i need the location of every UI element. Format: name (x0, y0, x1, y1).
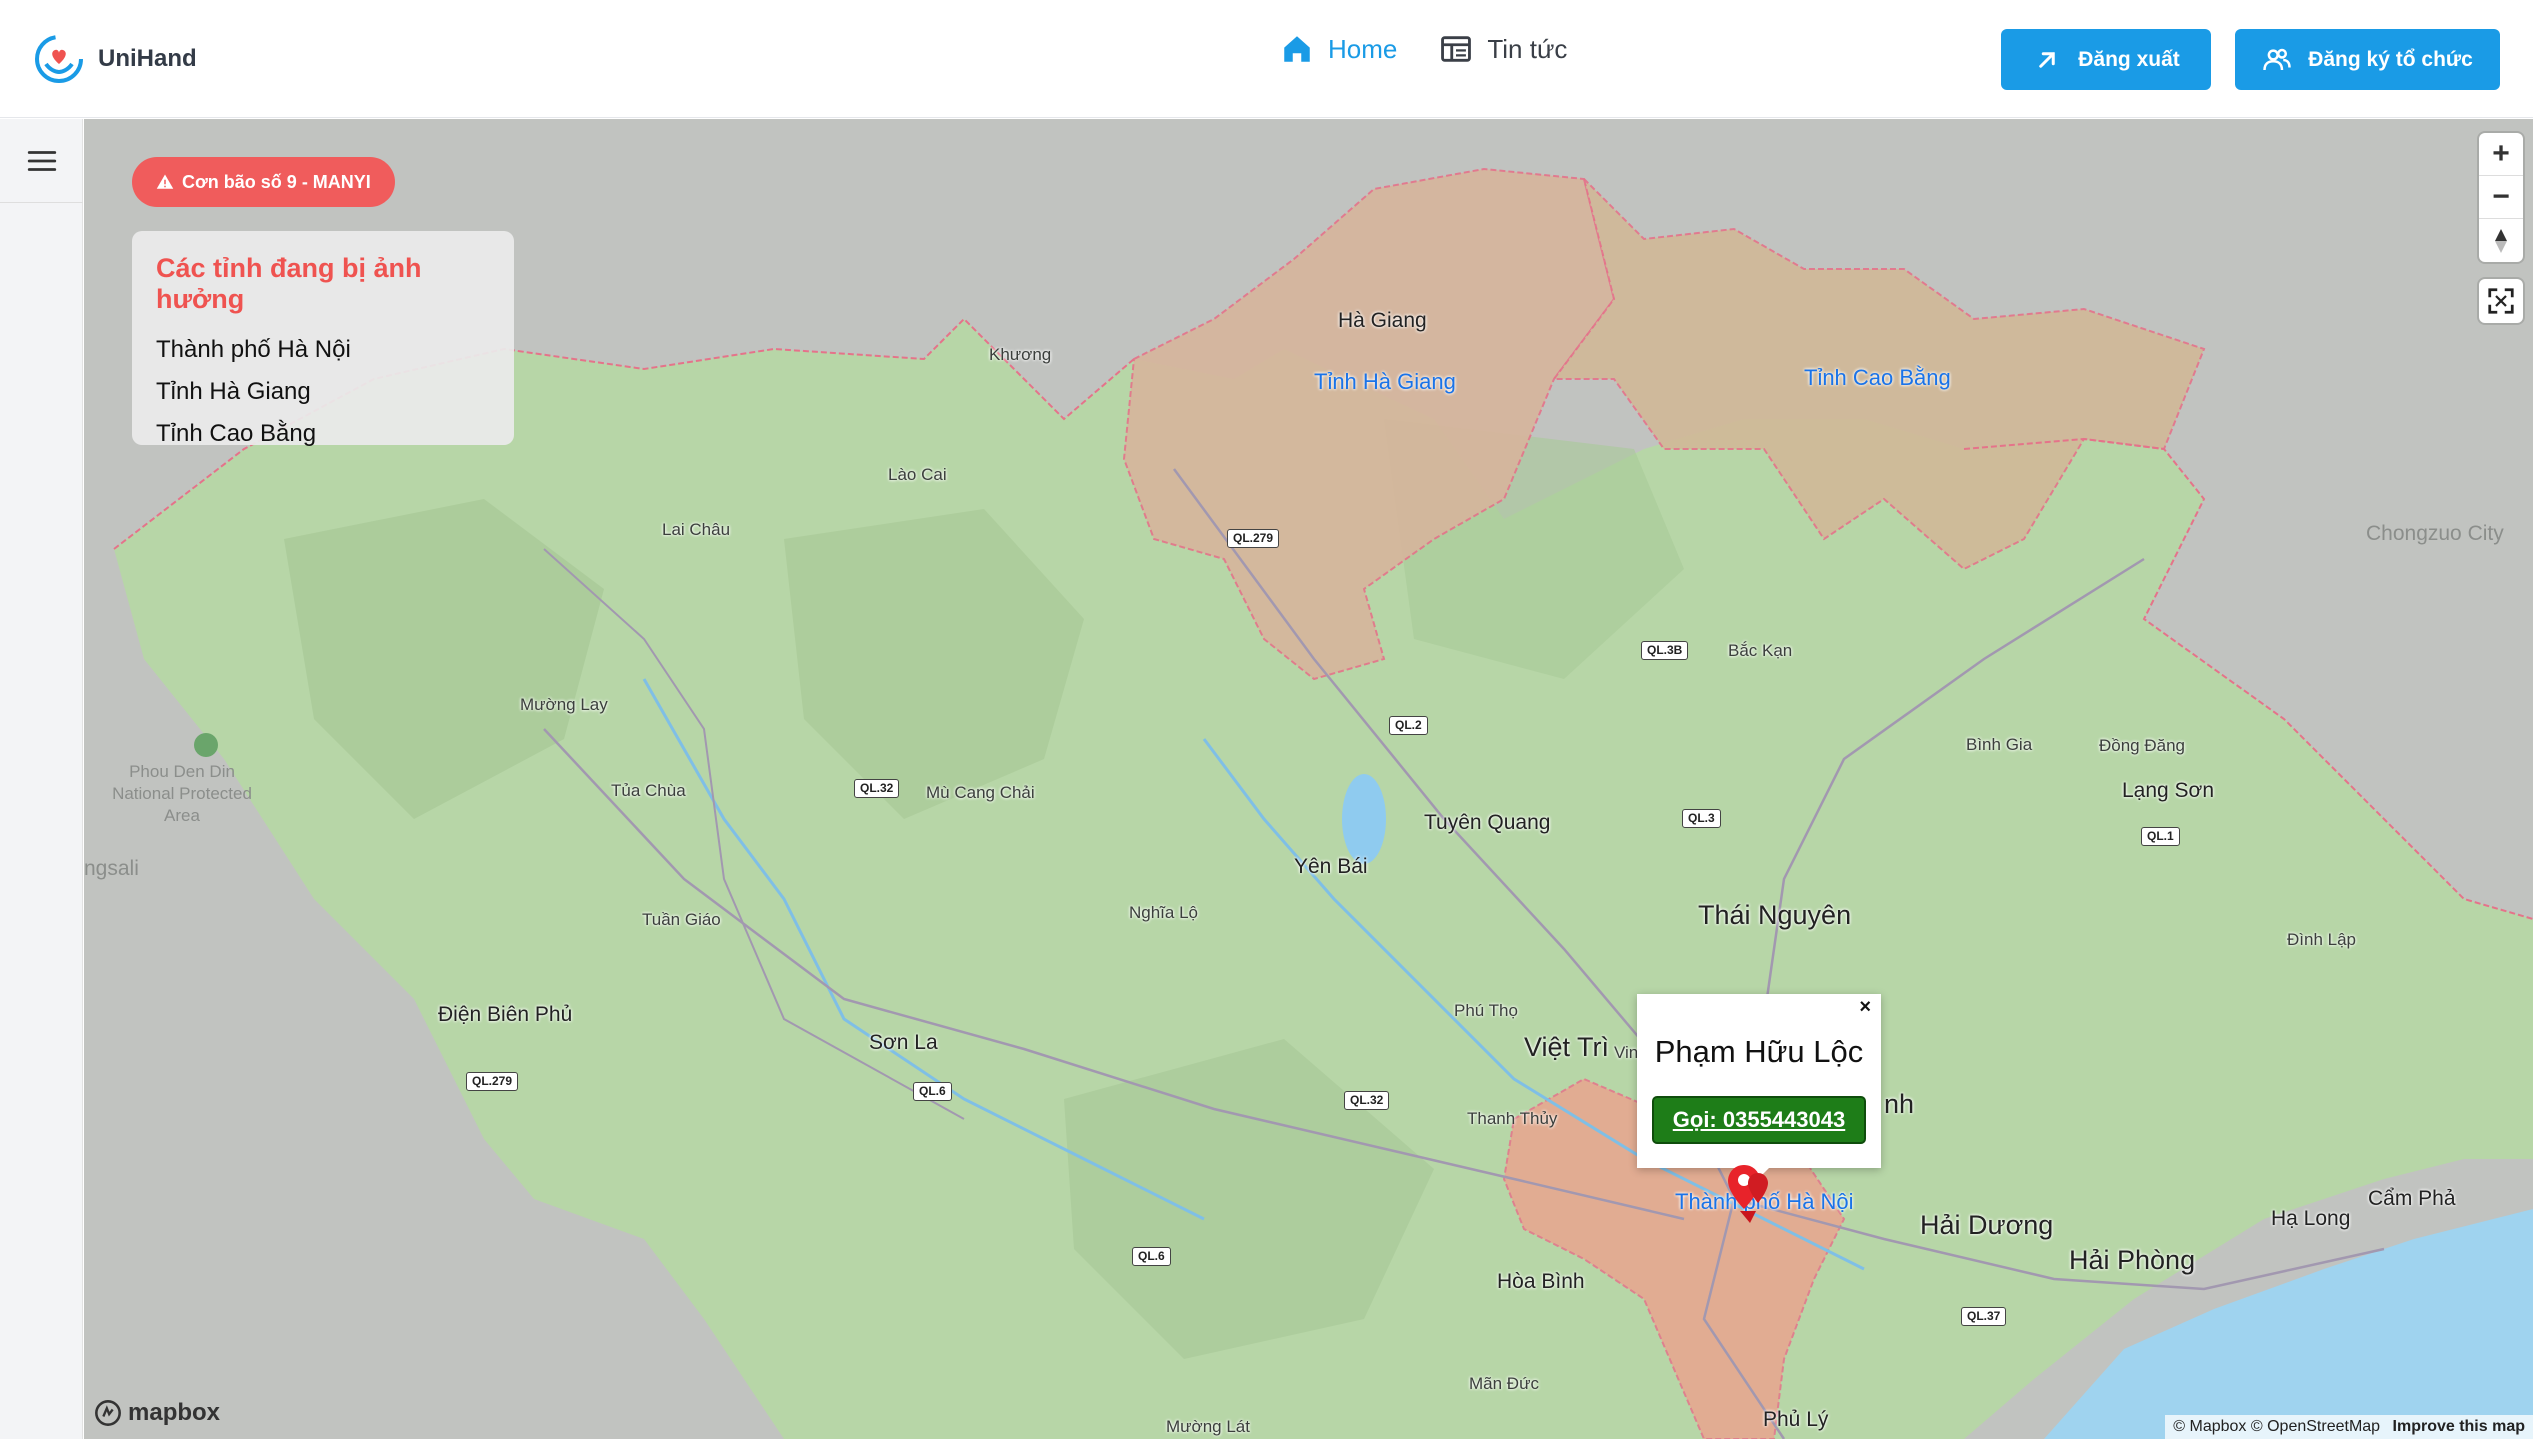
affected-province-item[interactable]: Tỉnh Cao Bằng (156, 413, 490, 455)
province-label-ha-giang: Tỉnh Hà Giang (1314, 369, 1456, 394)
zoom-out-button[interactable]: − (2479, 176, 2523, 219)
place-label: Tủa Chùa (611, 781, 686, 800)
road-shield: QL.6 (1132, 1247, 1171, 1266)
mapbox-logo-text: mapbox (128, 1399, 221, 1426)
place-label: Mù Cang Chải (926, 783, 1035, 802)
location-marker-icon[interactable] (1724, 1163, 1780, 1223)
place-label: Phủ Lý (1763, 1408, 1829, 1431)
brand[interactable]: UniHand (34, 34, 197, 84)
place-label: Lào Cai (888, 465, 947, 484)
hands-heart-icon (35, 35, 83, 83)
place-label: Cẩm Phả (2368, 1187, 2456, 1210)
zoom-in-button[interactable]: + (2479, 133, 2523, 176)
fullscreen-button[interactable] (2479, 279, 2523, 323)
sidebar (0, 119, 83, 1439)
contact-popup: × Phạm Hữu Lộc Gọi: 0355443043 (1637, 994, 1881, 1178)
menu-toggle-button[interactable] (0, 119, 83, 203)
fullscreen-icon (2488, 288, 2514, 314)
affected-title: Các tỉnh đang bị ảnh hưởng (156, 253, 422, 314)
brand-name: UniHand (98, 45, 197, 72)
place-label: Bắc Kạn (1728, 641, 1793, 660)
road-shield: QL.32 (854, 779, 900, 798)
road-shield: QL.1 (2141, 827, 2180, 846)
place-label: Việt Trì (1524, 1032, 1610, 1062)
place-label: Lạng Sơn (2122, 779, 2215, 802)
attribution-osm-link[interactable]: © OpenStreetMap (2251, 1418, 2380, 1435)
home-icon (1284, 36, 1310, 62)
nav-news-label: Tin tức (1487, 33, 1568, 64)
main-nav: Home Tin tức (1280, 32, 1567, 66)
popup-close-button[interactable]: × (1859, 996, 1871, 1019)
place-label: Hòa Bình (1497, 1270, 1585, 1293)
arrow-up-right-icon (2039, 51, 2055, 68)
map-zoom-controls: + − (2479, 133, 2523, 262)
compass-icon (2495, 228, 2507, 253)
register-org-label: Đăng ký tổ chức (2308, 47, 2473, 71)
affected-province-item[interactable]: Tỉnh Hà Giang (156, 371, 490, 413)
newspaper-icon (1441, 36, 1472, 62)
place-label: Phú Thọ (1454, 1001, 1518, 1020)
logout-button[interactable]: Đăng xuất (2001, 29, 2211, 90)
mapbox-logo-icon (95, 1400, 121, 1426)
place-label: Điện Biên Phủ (438, 1003, 573, 1026)
map-canvas[interactable]: Hà Giang Tỉnh Hà Giang Tỉnh Cao Bằng Khư… (84, 119, 2533, 1439)
road-shield: QL.279 (466, 1072, 519, 1091)
storm-label: Cơn bão số 9 - MANYI (182, 171, 371, 192)
place-label: Mãn Đức (1469, 1374, 1539, 1393)
app-header: UniHand Home Tin tức Đăng xuất Đăng ký t… (0, 0, 2533, 118)
logout-label: Đăng xuất (2078, 47, 2180, 71)
road-shield: QL.6 (913, 1082, 952, 1101)
road-shield: QL.3 (1682, 809, 1721, 828)
place-label: Tuần Giáo (642, 910, 721, 929)
nav-home-label: Home (1328, 33, 1398, 64)
place-label: Sơn La (869, 1031, 938, 1054)
nav-news[interactable]: Tin tức (1439, 32, 1567, 66)
place-label: Lai Châu (662, 520, 731, 539)
place-label: Nghĩa Lộ (1129, 903, 1198, 922)
place-label: Mường Lay (520, 695, 608, 714)
road-shield: QL.2 (1389, 716, 1428, 735)
nav-home[interactable]: Home (1280, 32, 1397, 66)
road-shield: QL.279 (1227, 529, 1280, 548)
place-label: Đình Lập (2287, 930, 2356, 949)
improve-map-link[interactable]: Improve this map (2393, 1418, 2525, 1435)
place-label: Hạ Long (2271, 1207, 2351, 1230)
call-phone-button[interactable]: Gọi: 0355443043 (1652, 1096, 1866, 1144)
place-label: Chongzuo City (2366, 522, 2504, 545)
users-icon (2263, 48, 2291, 70)
place-label: Thanh Thủy (1467, 1109, 1558, 1128)
place-label: ngsali (84, 857, 139, 880)
road-shield: QL.32 (1344, 1091, 1390, 1110)
compass-button[interactable] (2479, 219, 2523, 262)
place-label: Vin (1614, 1043, 1639, 1062)
place-label: nh (1884, 1089, 1915, 1119)
place-label: Phou Den Din National Protected Area (112, 762, 252, 825)
place-label: Yên Bái (1294, 855, 1368, 878)
place-label: Hải Dương (1920, 1210, 2054, 1240)
attribution-mapbox-link[interactable]: © Mapbox (2173, 1418, 2246, 1435)
place-label: Tuyên Quang (1424, 811, 1551, 834)
place-label: Đồng Đăng (2099, 736, 2186, 755)
place-label: Bình Gia (1966, 735, 2033, 754)
map-attribution: © Mapbox © OpenStreetMap Improve this ma… (2165, 1415, 2533, 1439)
affected-provinces-panel: Các tỉnh đang bị ảnh hưởng Thành phố Hà … (132, 231, 514, 447)
place-label: Khương (989, 345, 1052, 364)
place-label: Thái Nguyên (1698, 900, 1852, 930)
contact-name: Phạm Hữu Lộc (1654, 1034, 1864, 1069)
road-shield: QL.3B (1641, 641, 1689, 660)
storm-badge[interactable]: Cơn bão số 9 - MANYI (132, 157, 395, 207)
province-label-cao-bang: Tỉnh Cao Bằng (1804, 365, 1951, 390)
place-label: Hải Phòng (2069, 1245, 2196, 1275)
place-label: Mường Lát (1166, 1417, 1250, 1436)
warning-icon (156, 174, 174, 189)
mapbox-logo[interactable]: mapbox (94, 1399, 220, 1427)
hamburger-icon (27, 150, 56, 171)
register-org-button[interactable]: Đăng ký tổ chức (2235, 29, 2500, 90)
affected-province-item[interactable]: Thành phố Hà Nội (156, 329, 490, 371)
road-shield: QL.37 (1961, 1307, 2007, 1326)
place-label: Hà Giang (1338, 309, 1427, 332)
